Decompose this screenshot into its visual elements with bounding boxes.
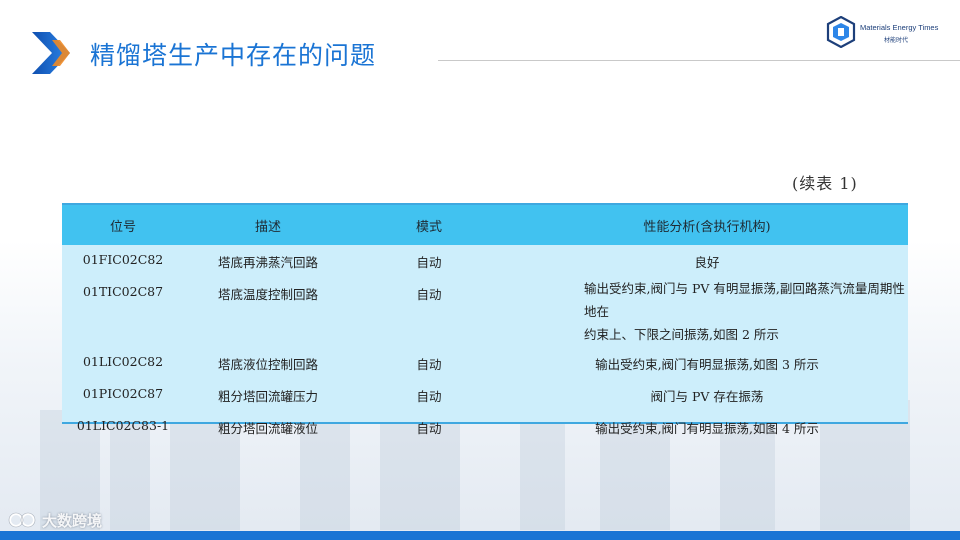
cell-tag: 01LIC02C82 (82, 354, 164, 369)
cell-mode: 自动 (416, 287, 442, 302)
chevron-right-icon (32, 32, 70, 74)
watermark-text: 大数跨境 (42, 512, 103, 530)
cell-tag: 01FIC02C82 (82, 252, 164, 267)
table-header-row: 位号 描述 模式 性能分析(含执行机构) (62, 205, 908, 245)
cell-description: 塔底再沸蒸汽回路 (217, 255, 318, 270)
table-row: 01FIC02C82 塔底再沸蒸汽回路 自动 良好 (62, 245, 908, 277)
logo-icon (826, 16, 856, 48)
cell-analysis: 输出受约束,阀门有明显振荡,如图 4 所示 (595, 421, 819, 436)
column-header-tag: 位号 (109, 219, 136, 235)
cell-mode: 自动 (416, 357, 442, 372)
cell-mode: 自动 (416, 255, 442, 270)
cell-analysis: 良好 (694, 255, 720, 270)
column-header-mode: 模式 (415, 219, 442, 235)
data-table-container: 位号 描述 模式 性能分析(含执行机构) 01FIC02C82 塔底再沸蒸汽回路… (62, 203, 908, 436)
cell-mode: 自动 (416, 421, 442, 436)
cell-description: 粗分塔回流罐压力 (217, 389, 318, 404)
cell-tag: 01TIC02C87 (82, 284, 164, 299)
page-title: 精馏塔生产中存在的问题 (90, 41, 377, 70)
cell-tag: 01LIC02C83-1 (76, 418, 170, 433)
cell-analysis: 输出受约束,阀门与 PV 有明显振荡,副回路蒸汽流量周期性地在 约束上、下限之间… (506, 277, 908, 347)
watermark-logo-icon (8, 512, 36, 528)
data-table: 位号 描述 模式 性能分析(含执行机构) 01FIC02C82 塔底再沸蒸汽回路… (62, 205, 908, 441)
column-header-analysis: 性能分析(含执行机构) (643, 219, 771, 235)
bottom-accent-bar (0, 531, 960, 540)
logo-chinese-text: 材能时代 (884, 37, 909, 44)
table-row: 01TIC02C87 塔底温度控制回路 自动 输出受约束,阀门与 PV 有明显振… (62, 277, 908, 347)
title-divider (438, 60, 960, 61)
analysis-line: 约束上、下限之间振荡,如图 2 所示 (584, 327, 779, 342)
brand-logo: Materials Energy Times 材能时代 (826, 16, 952, 50)
cell-description: 塔底温度控制回路 (217, 287, 318, 302)
table-row: 01LIC02C82 塔底液位控制回路 自动 输出受约束,阀门有明显振荡,如图 … (62, 347, 908, 379)
cell-description: 塔底液位控制回路 (217, 357, 318, 372)
cell-tag: 01PIC02C87 (82, 386, 164, 401)
analysis-line: 输出受约束,阀门与 PV 有明显振荡,副回路蒸汽流量周期性地在 (584, 281, 905, 319)
cell-analysis: 阀门与 PV 存在振荡 (650, 389, 764, 404)
column-header-description: 描述 (254, 219, 281, 235)
table-continuation-label: (续表 1) (792, 174, 858, 193)
cell-mode: 自动 (416, 389, 442, 404)
cell-analysis: 输出受约束,阀门有明显振荡,如图 3 所示 (595, 357, 819, 372)
logo-english-text: Materials Energy Times (860, 23, 939, 32)
table-row: 01LIC02C83-1 粗分塔回流罐液位 自动 输出受约束,阀门有明显振荡,如… (62, 411, 908, 441)
cell-description: 粗分塔回流罐液位 (217, 421, 318, 436)
table-row: 01PIC02C87 粗分塔回流罐压力 自动 阀门与 PV 存在振荡 (62, 379, 908, 411)
